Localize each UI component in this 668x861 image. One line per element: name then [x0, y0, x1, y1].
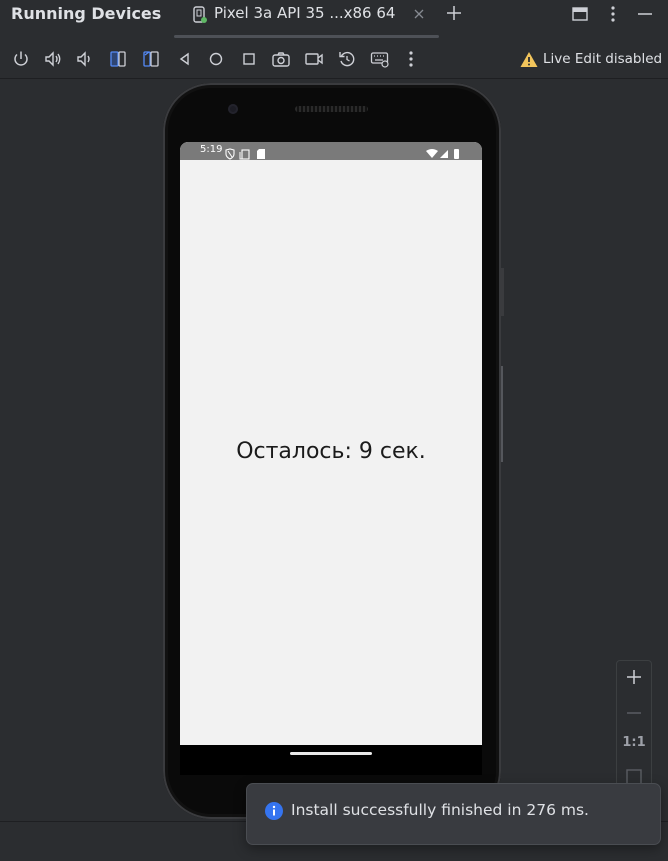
minimize-icon[interactable] [636, 5, 654, 27]
more-icon[interactable] [401, 49, 421, 69]
options-menu-icon[interactable] [604, 5, 622, 27]
screen-record-icon[interactable] [304, 49, 324, 69]
device-tab-label: Pixel 3a API 35 ...x86 64 [214, 4, 396, 22]
countdown-text: Осталось: 9 сек. [236, 439, 426, 464]
notification-text: Install successfully finished in 276 ms. [291, 801, 589, 819]
front-camera [228, 104, 238, 114]
status-bar: 5:19 [180, 142, 482, 160]
install-notification[interactable]: Install successfully finished in 276 ms. [246, 783, 661, 845]
warning-icon [520, 51, 538, 72]
volume-down-icon[interactable] [74, 49, 94, 69]
tab-underline [174, 35, 439, 38]
keyboard-icon[interactable] [370, 49, 390, 69]
zoom-out-icon[interactable] [617, 703, 651, 727]
home-icon[interactable] [206, 49, 226, 69]
status-time: 5:19 [200, 144, 223, 155]
add-tab-icon[interactable] [445, 4, 463, 26]
device-toolbar: Live Edit disabled [0, 40, 668, 79]
title-bar: Running Devices Pixel 3a API 35 ...x86 6… [0, 0, 668, 38]
volume-up-icon[interactable] [43, 49, 63, 69]
info-icon [265, 802, 283, 824]
system-status-icons [426, 145, 462, 164]
live-edit-label: Live Edit disabled [543, 51, 663, 67]
reset-icon[interactable] [337, 49, 357, 69]
device-tab[interactable]: Pixel 3a API 35 ...x86 64 [186, 0, 438, 30]
navigation-bar [180, 745, 482, 775]
screenshot-icon[interactable] [271, 49, 291, 69]
device-icon [192, 6, 208, 28]
panel-title: Running Devices [11, 4, 162, 23]
power-icon[interactable] [11, 49, 31, 69]
volume-side-button [501, 366, 503, 462]
close-icon[interactable] [412, 6, 426, 25]
back-icon[interactable] [175, 49, 195, 69]
gesture-handle[interactable] [290, 752, 372, 755]
zoom-controls: 1:1 [616, 660, 652, 792]
layout-icon[interactable] [571, 5, 589, 27]
zoom-in-icon[interactable] [617, 667, 651, 691]
earpiece-speaker [295, 106, 368, 112]
rotate-right-icon[interactable] [141, 49, 161, 69]
power-side-button [501, 268, 504, 316]
overview-icon[interactable] [239, 49, 259, 69]
zoom-actual-size-button[interactable]: 1:1 [617, 735, 651, 750]
rotate-left-icon[interactable] [108, 49, 128, 69]
notification-icons [225, 145, 273, 164]
device-screen[interactable]: 5:19 Осталось: 9 сек. [180, 142, 482, 745]
